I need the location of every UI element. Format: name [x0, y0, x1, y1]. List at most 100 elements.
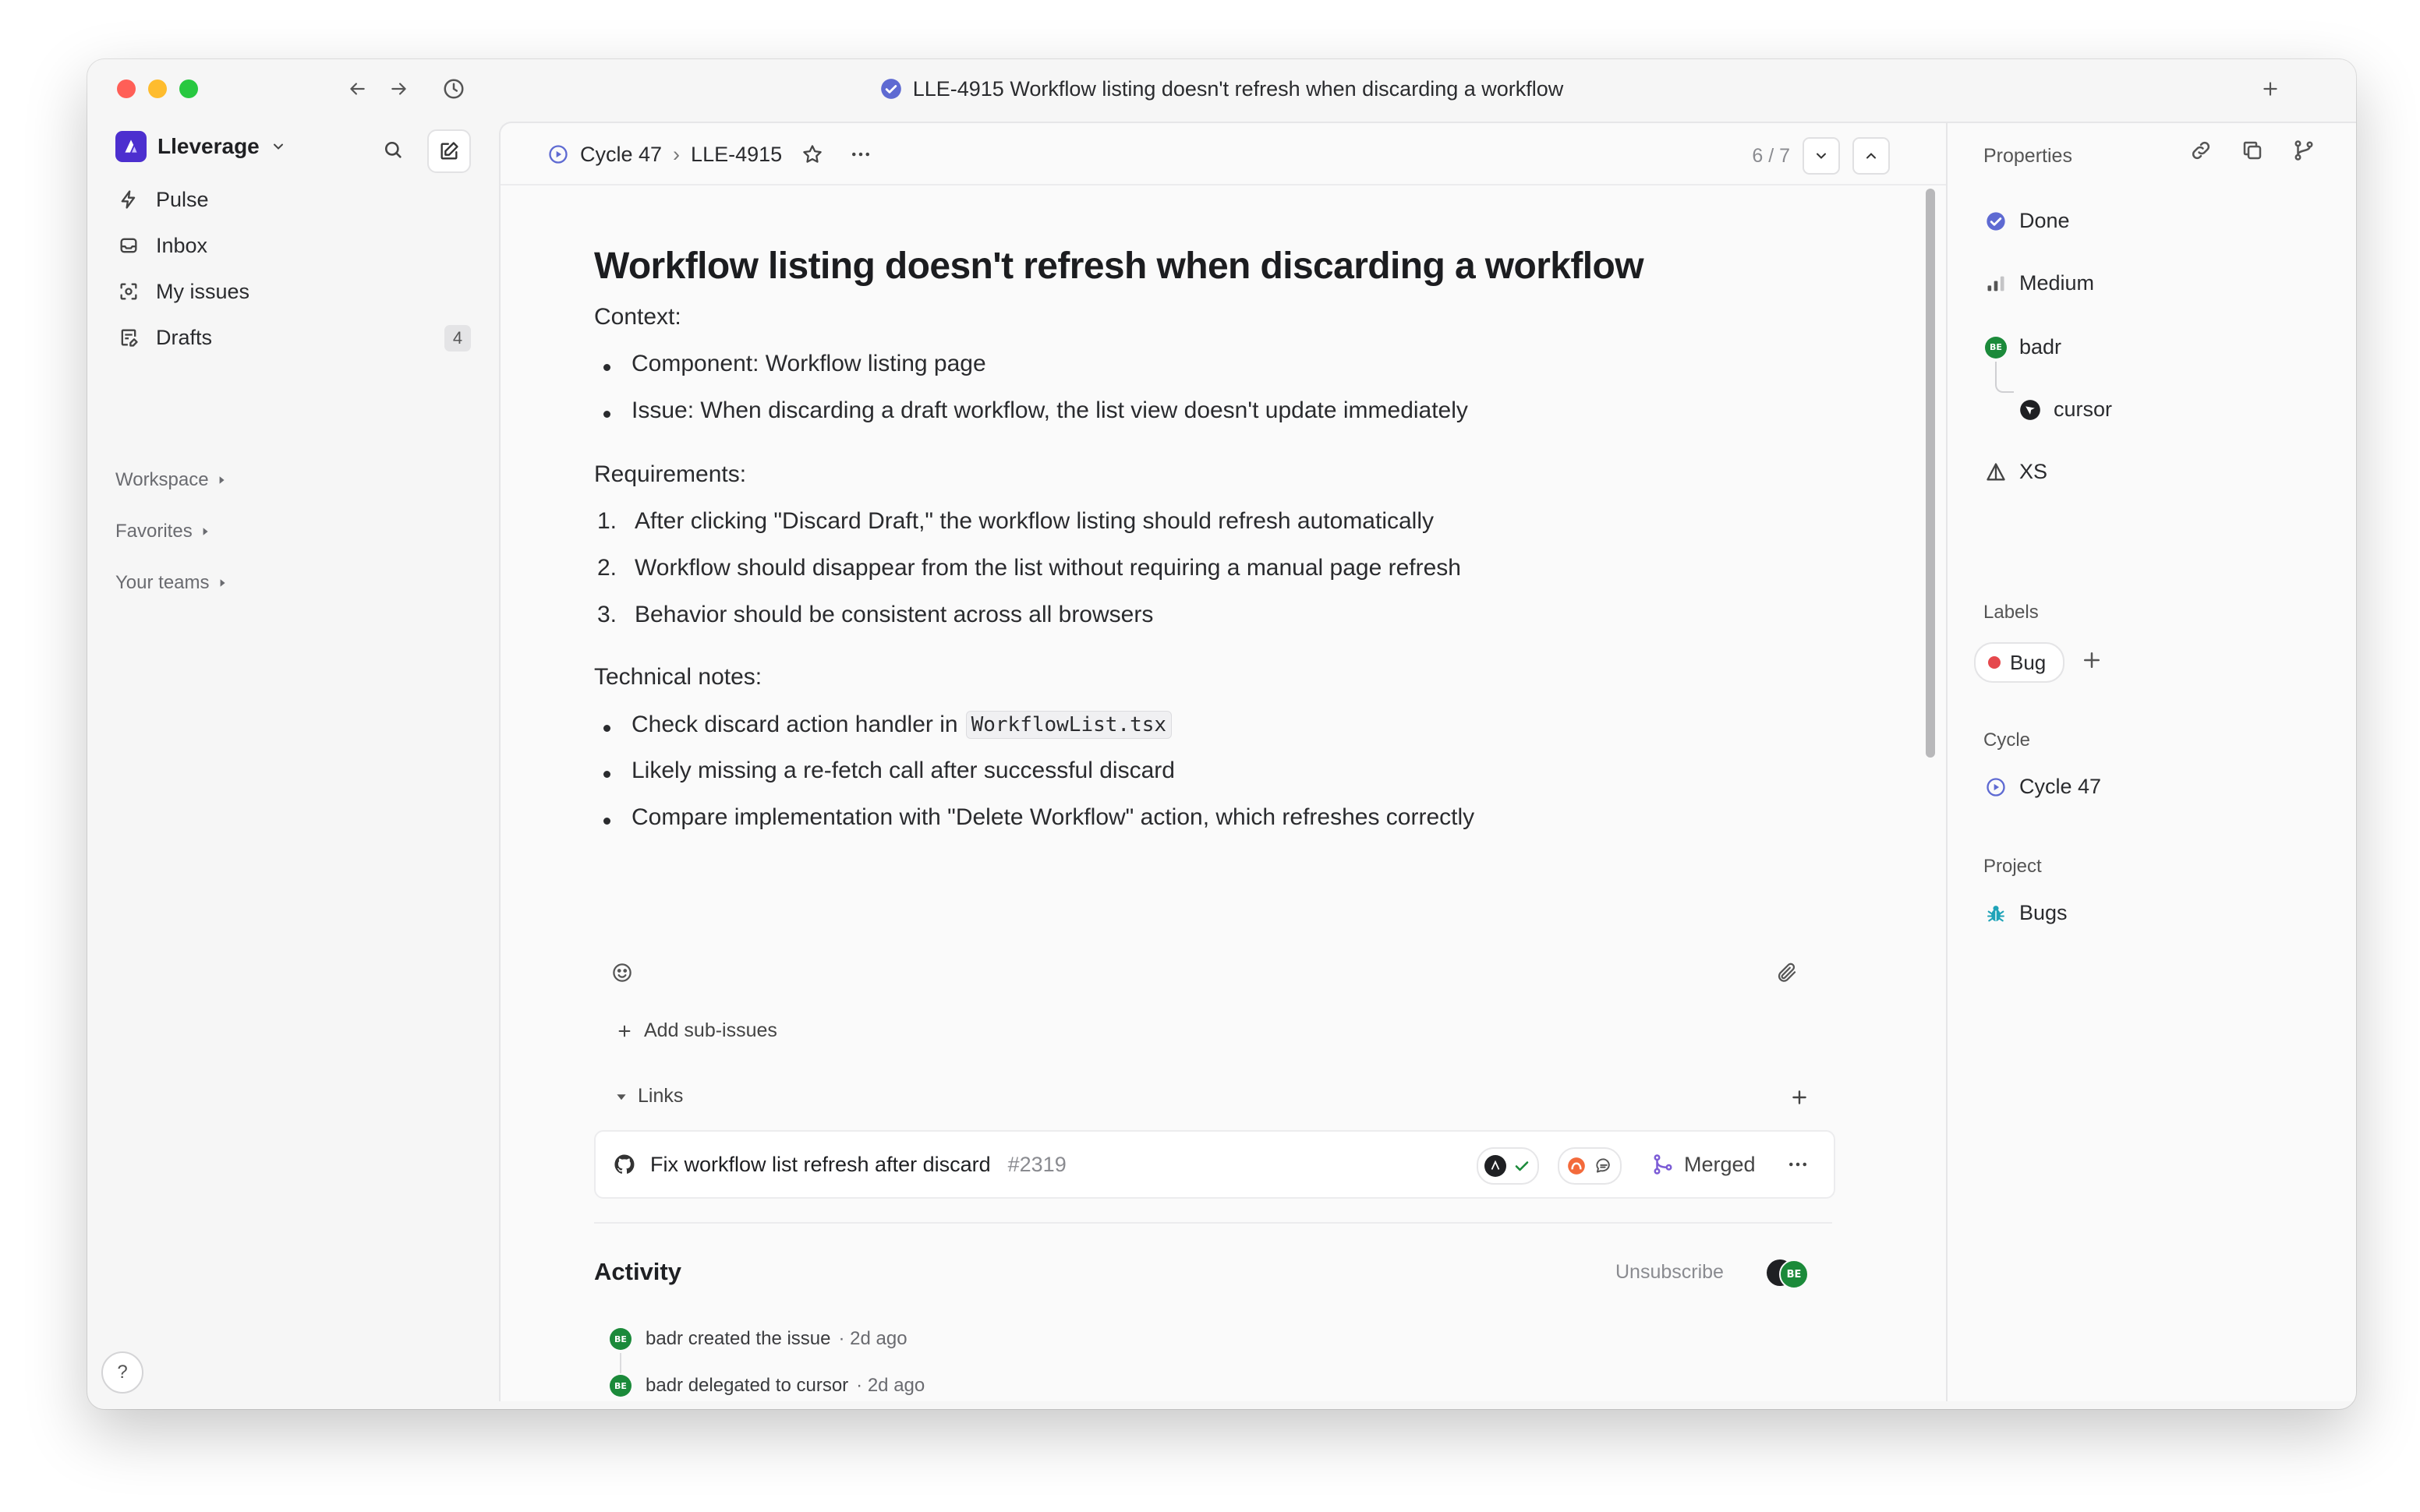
list-item: 2. Workflow should disappear from the lis…: [597, 555, 1461, 581]
next-issue-button[interactable]: [1803, 137, 1840, 175]
workspace-name: Lleverage: [157, 134, 260, 158]
caret-right-icon: [219, 476, 225, 484]
breadcrumb-issue-id[interactable]: LLE-4915: [691, 143, 782, 167]
bug-project-icon: [1987, 905, 2004, 921]
review-approved-pill[interactable]: [1477, 1147, 1539, 1185]
cursor-agent-icon: [2020, 399, 2040, 420]
plus-icon: [618, 1025, 631, 1037]
issue-main-panel: Cycle 47 › LLE-4915 6 / 7 Workflow listi…: [499, 122, 1948, 1401]
unsubscribe-button[interactable]: Unsubscribe: [1615, 1261, 1724, 1284]
drafts-icon: [115, 324, 142, 351]
help-button[interactable]: ?: [101, 1351, 143, 1394]
git-branch-icon[interactable]: [2292, 139, 2316, 162]
project-value: Bugs: [2019, 901, 2068, 924]
attachment-paperclip-icon[interactable]: [1771, 957, 1803, 988]
caret-right-icon: [220, 579, 225, 587]
section-label: Favorites: [115, 521, 193, 542]
section-label: Your teams: [115, 572, 210, 593]
comment-icon: [1596, 1158, 1610, 1173]
section-your-teams[interactable]: Your teams: [115, 572, 227, 594]
sidebar-item-my-issues[interactable]: My issues: [115, 270, 471, 313]
done-status-icon: [880, 79, 901, 99]
my-issues-icon: [115, 278, 142, 305]
assignee-property[interactable]: BE badr: [1985, 335, 2061, 359]
list-item: 3. Behavior should be consistent across a…: [597, 602, 1154, 627]
chevron-down-icon: [1817, 153, 1826, 159]
pulse-icon: [115, 186, 142, 213]
activity-event: BE badr created the issue · 2d ago: [610, 1328, 908, 1350]
add-link-plus-icon[interactable]: [1784, 1082, 1815, 1113]
status-value: Done: [2019, 209, 2070, 232]
git-merge-icon: [1654, 1154, 1672, 1175]
comment-review-pill[interactable]: [1558, 1147, 1622, 1185]
inline-code: WorkflowList.tsx: [965, 711, 1173, 739]
workspace-logo-icon: [115, 131, 147, 162]
activity-divider: [594, 1222, 1832, 1224]
delegate-property[interactable]: cursor: [2019, 397, 2112, 422]
section-favorites[interactable]: Favorites: [115, 521, 210, 542]
search-icon[interactable]: [379, 136, 407, 164]
add-reaction-icon[interactable]: [607, 957, 638, 988]
reviewer-avatar: [1484, 1155, 1506, 1177]
issue-title[interactable]: Workflow listing doesn't refresh when di…: [594, 245, 1644, 288]
add-label-plus-icon[interactable]: [2080, 648, 2103, 676]
list-item: 1. After clicking "Discard Draft," the wo…: [597, 508, 1435, 534]
section-workspace[interactable]: Workspace: [115, 469, 226, 491]
label-chip-bug[interactable]: Bug: [1974, 642, 2065, 683]
activity-timeline-line: [620, 1353, 621, 1373]
list-item: Issue: When discarding a draft workflow,…: [594, 397, 1468, 424]
properties-panel: Properties Done Medium BE badr cursor XS…: [1946, 122, 2356, 1401]
chevron-down-icon: [273, 143, 283, 150]
new-issue-compose-button[interactable]: [427, 129, 471, 173]
cycle-icon: [549, 145, 568, 164]
subscribers-avatars[interactable]: BE: [1767, 1256, 1813, 1289]
workspace-switcher[interactable]: Lleverage: [115, 131, 286, 162]
cycle-heading: Cycle: [1983, 730, 2031, 751]
estimate-property[interactable]: XS: [1985, 460, 2047, 484]
breadcrumb-cycle[interactable]: Cycle 47: [580, 143, 662, 167]
new-tab-plus-icon[interactable]: [2256, 75, 2284, 103]
sidebar-item-label: Drafts: [156, 325, 213, 349]
avatar: BE: [610, 1375, 632, 1397]
more-options-icon[interactable]: [849, 143, 872, 166]
sidebar-item-label: My issues: [156, 279, 250, 303]
priority-medium-icon: [1987, 276, 2004, 291]
sidebar-item-label: Pulse: [156, 187, 209, 211]
section-label: Workspace: [115, 469, 209, 490]
drafts-count-badge: 4: [444, 325, 471, 352]
project-heading: Project: [1983, 856, 2042, 877]
list-item: Likely missing a re-fetch call after suc…: [594, 758, 1175, 784]
assignee-avatar: BE: [1985, 336, 2007, 359]
scrollbar[interactable]: [1926, 189, 1935, 758]
sidebar-item-inbox[interactable]: Inbox: [115, 224, 471, 267]
breadcrumb-separator: ›: [673, 142, 681, 166]
links-section-toggle[interactable]: Links: [616, 1085, 683, 1108]
list-item: Component: Workflow listing page: [594, 351, 986, 377]
inbox-icon: [115, 232, 142, 259]
link-more-options-icon[interactable]: [1782, 1149, 1813, 1180]
sidebar: Lleverage Pulse Inbox My issues Drafts 4…: [87, 122, 499, 1409]
pull-request-link-card[interactable]: Fix workflow list refresh after discard …: [594, 1130, 1835, 1199]
status-property[interactable]: Done: [1985, 209, 2070, 233]
project-property[interactable]: Bugs: [1985, 901, 2068, 925]
pr-number: #2319: [1007, 1152, 1067, 1176]
window-title: LLE-4915 Workflow listing doesn't refres…: [912, 76, 1564, 101]
links-heading: Links: [638, 1085, 684, 1107]
star-icon[interactable]: [801, 143, 824, 166]
sidebar-item-drafts[interactable]: Drafts 4: [115, 316, 471, 359]
compose-icon: [440, 142, 458, 160]
merged-label: Merged: [1684, 1152, 1756, 1176]
assignee-value: badr: [2019, 335, 2062, 359]
previous-issue-button[interactable]: [1852, 137, 1890, 175]
copy-id-icon[interactable]: [2241, 139, 2264, 162]
check-icon: [1515, 1161, 1529, 1171]
requirements-heading: Requirements:: [594, 461, 747, 487]
header-divider: [501, 184, 1948, 185]
cycle-property[interactable]: Cycle 47: [1985, 775, 2101, 799]
estimate-triangle-icon: [1987, 462, 2005, 480]
avatar: BE: [610, 1328, 632, 1350]
add-sub-issues-button[interactable]: Add sub-issues: [616, 1019, 777, 1042]
sidebar-item-pulse[interactable]: Pulse: [115, 178, 471, 221]
copy-link-icon[interactable]: [2189, 139, 2213, 162]
priority-property[interactable]: Medium: [1985, 271, 2094, 295]
